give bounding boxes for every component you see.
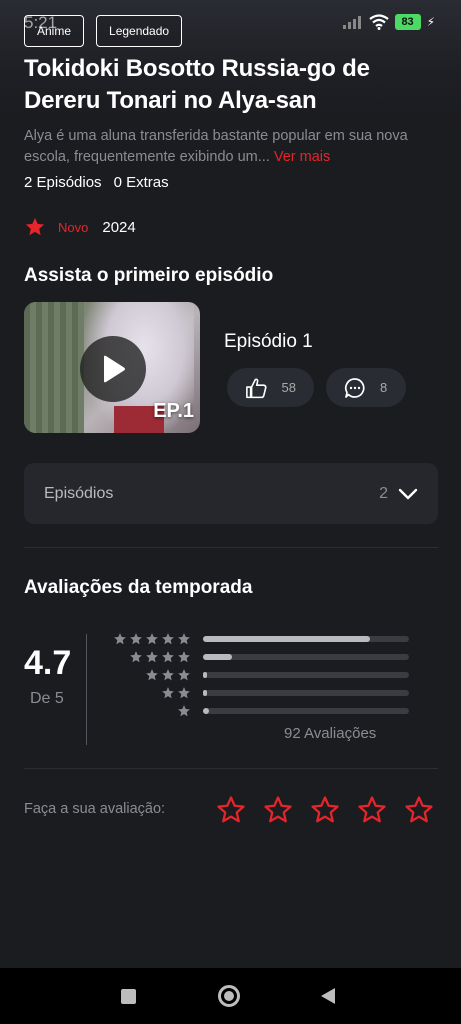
signal-icon [342,15,363,29]
star-icon [178,669,190,681]
first-episode-heading: Assista o primeiro episódio [24,265,274,286]
divider [24,547,438,548]
star-icon [162,687,174,699]
comment-button[interactable]: 8 [326,368,406,407]
rating-bar-fill [203,708,210,714]
rating-bar-track [203,654,409,660]
synopsis: Alya é uma aluna transferida bastante po… [24,126,444,168]
episodes-accordion-right: 2 [379,485,418,503]
rating-bar-fill [203,690,208,696]
rating-score: 4.7 [24,644,72,682]
ratings-heading: Avaliações da temporada [24,577,253,598]
like-button[interactable]: 58 [227,368,314,407]
rating-row-1 [105,704,409,718]
rate-star-1[interactable] [216,795,246,825]
like-count: 58 [281,380,296,395]
chevron-down-icon [398,488,418,499]
content-counts: 2 Episódios 0 Extras [24,174,169,191]
synopsis-text: Alya é uma aluna transferida bastante po… [24,128,408,165]
star-icon [25,217,45,236]
rating-bar-track [203,708,409,714]
rating-bar-fill [203,654,232,660]
rating-bar-track [203,690,409,696]
thumb-background [24,302,84,433]
episode-tag: EP.1 [153,400,194,422]
rating-bar-track [203,636,409,642]
battery-icon: 83 [394,14,421,30]
rating-row-4 [105,650,409,664]
chip-legendado[interactable]: Legendado [96,15,183,47]
rate-star-3[interactable] [310,795,340,825]
reviews-count: 92 Avaliações [284,725,377,742]
thumbs-up-icon [246,377,267,398]
comment-icon [344,377,365,398]
rating-row-3 [105,668,409,682]
wifi-icon [368,14,389,30]
rating-scale: De 5 [30,690,64,707]
release-year: 2024 [102,218,136,236]
system-nav-bar [0,968,461,1024]
star-icon [178,651,190,663]
episodes-accordion-label: Episódios [44,484,114,502]
rate-label: Faça a sua avaliação: [24,801,166,817]
divider [24,768,438,769]
rating-row-2 [105,686,409,700]
rating-row-5 [105,632,409,646]
star-icon [178,687,190,699]
charging-bolt-icon: ⚡ [426,15,435,29]
star-icon [178,705,190,717]
chip-anime[interactable]: Anime [24,15,85,47]
home-button[interactable] [218,985,240,1007]
episode-count: 2 Episódios [24,174,102,191]
rate-star-5[interactable] [404,795,434,825]
back-button[interactable] [319,987,337,1005]
rating-bar-fill [203,672,208,678]
episodes-accordion[interactable]: Episódios 2 [24,463,438,524]
rating-row-stars [105,704,191,718]
star-icon [146,651,158,663]
star-icon [178,633,190,645]
show-title: Tokidoki Bosotto Russia-go de Dereru Ton… [24,55,370,114]
new-badge: Novo [58,219,89,235]
episode-title[interactable]: Episódio 1 [224,331,313,353]
star-icon [162,669,174,681]
rating-row-stars [105,632,191,646]
star-icon [146,669,158,681]
rating-row-stars [105,668,191,682]
star-icon [130,633,142,645]
rating-row-stars [105,686,191,700]
rating-bar-fill [203,636,370,642]
rate-star-4[interactable] [357,795,387,825]
play-button[interactable] [80,336,146,402]
category-chips: Anime Legendado [24,15,183,47]
comment-count: 8 [380,380,388,395]
episode-thumbnail[interactable]: EP.1 [24,302,200,433]
play-icon [104,355,125,383]
recent-apps-button[interactable] [121,989,136,1004]
see-more-link[interactable]: Ver mais [274,149,330,165]
rating-bar-track [203,672,409,678]
meta-row: Novo 2024 [24,216,136,238]
star-icon [114,633,126,645]
star-icon [162,633,174,645]
episodes-accordion-count: 2 [379,484,388,502]
star-icon [162,651,174,663]
rate-stars [216,795,434,825]
status-icons: 83 ⚡ [342,14,435,30]
rate-star-2[interactable] [263,795,293,825]
star-icon [146,633,158,645]
rating-separator [86,634,87,745]
extras-count: 0 Extras [113,174,169,191]
rating-row-stars [105,650,191,664]
star-icon [130,651,142,663]
